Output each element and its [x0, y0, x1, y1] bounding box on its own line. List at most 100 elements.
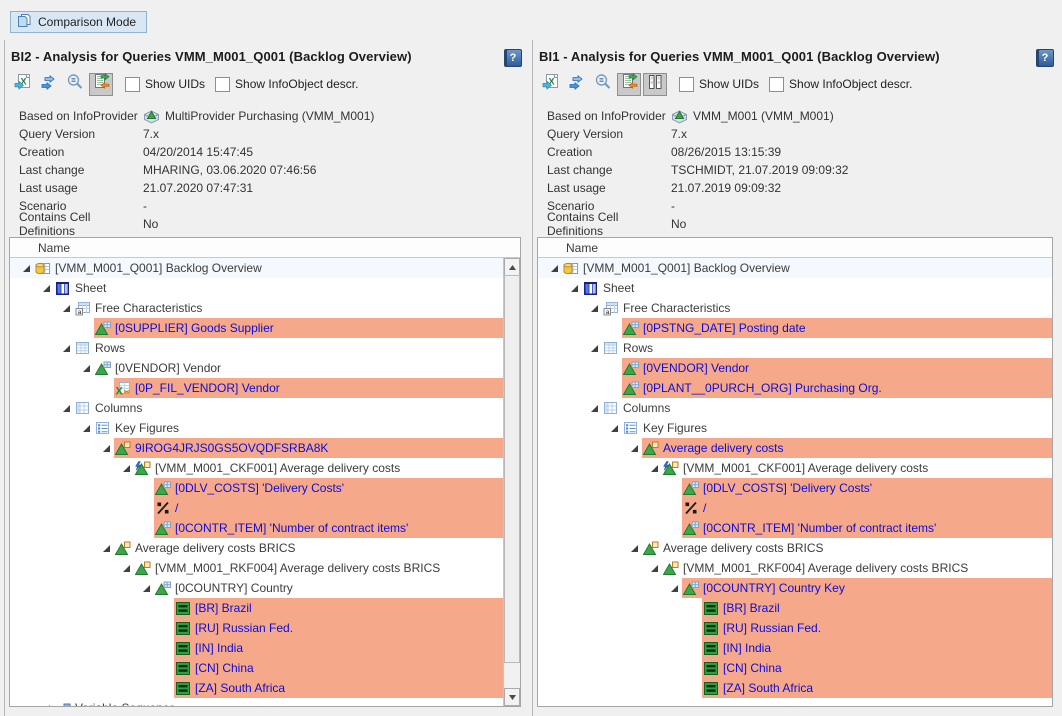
expander-icon[interactable]	[20, 262, 32, 274]
tree-row[interactable]: [CN] China	[10, 658, 504, 678]
tree-row[interactable]: [0DLV_COSTS] 'Delivery Costs'	[10, 478, 504, 498]
expander-icon[interactable]	[140, 582, 152, 594]
scroll-down-button[interactable]	[504, 688, 520, 706]
expander-icon[interactable]	[80, 362, 92, 374]
tree-row[interactable]: [0VENDOR] Vendor	[10, 358, 504, 378]
compare-button[interactable]	[617, 73, 641, 96]
expander-icon[interactable]	[60, 402, 72, 414]
panel-title: BI1 - Analysis for Queries VMM_M001_Q001…	[539, 49, 940, 64]
tree-row[interactable]: [CN] China	[538, 658, 1052, 678]
scroll-up-button[interactable]	[504, 258, 520, 276]
tree-row[interactable]: [0CONTR_ITEM] 'Number of contract items'	[538, 518, 1052, 538]
tree-row[interactable]: [0COUNTRY] Country Key	[538, 578, 1052, 598]
tree-row-content: [CN] China	[174, 658, 504, 678]
transfer-button[interactable]	[37, 73, 61, 96]
tree-row[interactable]: Average delivery costs	[538, 438, 1052, 458]
expander-icon[interactable]	[588, 342, 600, 354]
tree-row[interactable]: Average delivery costs BRICS	[538, 538, 1052, 558]
expander-icon[interactable]	[648, 562, 660, 574]
tree-row[interactable]: [0SUPPLIER] Goods Supplier	[10, 318, 504, 338]
export-excel-button[interactable]: X	[539, 73, 563, 96]
characteristic-icon	[682, 480, 699, 496]
scroll-thumb[interactable]	[504, 275, 520, 663]
export-excel-button[interactable]: X	[11, 73, 35, 96]
tree-row[interactable]: [VMM_M001_RKF004] Average delivery costs…	[538, 558, 1052, 578]
zoom-button[interactable]	[591, 73, 615, 96]
tree-row[interactable]: XVariable Sequence	[10, 698, 504, 706]
tree-row[interactable]: [0DLV_COSTS] 'Delivery Costs'	[538, 478, 1052, 498]
tree-row[interactable]: [VMM_M001_Q001] Backlog Overview	[538, 258, 1052, 278]
tree-row[interactable]: Rows	[10, 338, 504, 358]
comparison-mode-button[interactable]: Comparison Mode	[10, 11, 147, 33]
expander-icon[interactable]	[548, 262, 560, 274]
transfer-button[interactable]	[565, 73, 589, 96]
tree-row[interactable]: [VMM_M001_RKF004] Average delivery costs…	[10, 558, 504, 578]
expander-icon[interactable]	[608, 422, 620, 434]
tree-row[interactable]: [0VENDOR] Vendor	[538, 358, 1052, 378]
expander-icon[interactable]	[588, 402, 600, 414]
tree-node-label: [0COUNTRY] Country	[175, 581, 297, 595]
filter-value-icon	[174, 640, 191, 656]
tree-row[interactable]: /	[538, 498, 1052, 518]
tree-row[interactable]: 9IROG4JRJS0GS5OVQDFSRBA8K	[10, 438, 504, 458]
expander-icon[interactable]	[80, 422, 92, 434]
expander-icon[interactable]	[100, 542, 112, 554]
expander-icon[interactable]	[100, 442, 112, 454]
property-row: Last changeMHARING, 03.06.2020 07:46:56	[19, 161, 524, 179]
expander-icon[interactable]	[648, 462, 660, 474]
expander-spacer	[688, 642, 700, 654]
tree-row[interactable]: Sheet	[10, 278, 504, 298]
show-infoobject-descr-checkbox[interactable]	[215, 77, 230, 92]
expander-icon[interactable]	[628, 442, 640, 454]
tree-row[interactable]: [ZA] South Africa	[10, 678, 504, 698]
tree-row[interactable]: [VMM_M001_Q001] Backlog Overview	[10, 258, 504, 278]
zoom-button[interactable]	[63, 73, 87, 96]
tree-row[interactable]: [0PLANT__0PURCH_ORG] Purchasing Org.	[538, 378, 1052, 398]
tree-row[interactable]: [VMM_M001_CKF001] Average delivery costs	[10, 458, 504, 478]
show-uids-checkbox[interactable]	[125, 77, 140, 92]
expander-icon[interactable]	[40, 282, 52, 294]
expander-icon[interactable]	[40, 702, 52, 706]
expander-icon[interactable]	[120, 562, 132, 574]
tree-row[interactable]: Sheet	[538, 278, 1052, 298]
tree-row-content: Sheet	[54, 278, 504, 298]
tree-row[interactable]: Average delivery costs BRICS	[10, 538, 504, 558]
layout-button[interactable]	[643, 73, 667, 96]
tree-row[interactable]: Columns	[10, 398, 504, 418]
expander-icon[interactable]	[668, 582, 680, 594]
tree-row[interactable]: [VMM_M001_CKF001] Average delivery costs	[538, 458, 1052, 478]
tree-row[interactable]: [ZA] South Africa	[538, 678, 1052, 698]
expander-icon[interactable]	[568, 282, 580, 294]
tree-row[interactable]: [BR] Brazil	[538, 598, 1052, 618]
tree-row[interactable]: aFree Characteristics	[10, 298, 504, 318]
tree-row[interactable]: [0COUNTRY] Country	[10, 578, 504, 598]
tree-row[interactable]: [0CONTR_ITEM] 'Number of contract items'	[10, 518, 504, 538]
tree-row[interactable]: [IN] India	[10, 638, 504, 658]
tree-row[interactable]: Rows	[538, 338, 1052, 358]
tree-row[interactable]: aFree Characteristics	[538, 298, 1052, 318]
tree-row[interactable]: [0PSTNG_DATE] Posting date	[538, 318, 1052, 338]
tree-row[interactable]: Key Figures	[538, 418, 1052, 438]
expander-icon[interactable]	[120, 462, 132, 474]
help-icon[interactable]: ?	[504, 49, 522, 67]
tree-node-label: Free Characteristics	[623, 301, 734, 315]
vertical-scrollbar[interactable]	[503, 258, 520, 706]
tree-row[interactable]: [IN] India	[538, 638, 1052, 658]
tree-node-label: [ZA] South Africa	[195, 681, 289, 695]
tree-row[interactable]: [RU] Russian Fed.	[538, 618, 1052, 638]
tree-row[interactable]: [BR] Brazil	[10, 598, 504, 618]
tree-row[interactable]: Columns	[538, 398, 1052, 418]
tree-row[interactable]: Key Figures	[10, 418, 504, 438]
compare-button[interactable]	[89, 73, 113, 96]
tree-row[interactable]: /	[10, 498, 504, 518]
show-infoobject-descr-checkbox[interactable]	[769, 77, 784, 92]
expander-icon[interactable]	[60, 342, 72, 354]
show-uids-checkbox[interactable]	[679, 77, 694, 92]
tree-row[interactable]: X[0P_FIL_VENDOR] Vendor	[10, 378, 504, 398]
help-icon[interactable]: ?	[1036, 49, 1054, 67]
expander-icon[interactable]	[628, 542, 640, 554]
tree-row[interactable]: [RU] Russian Fed.	[10, 618, 504, 638]
expander-icon[interactable]	[60, 302, 72, 314]
property-label: Contains Cell Definitions	[547, 210, 671, 238]
expander-icon[interactable]	[588, 302, 600, 314]
